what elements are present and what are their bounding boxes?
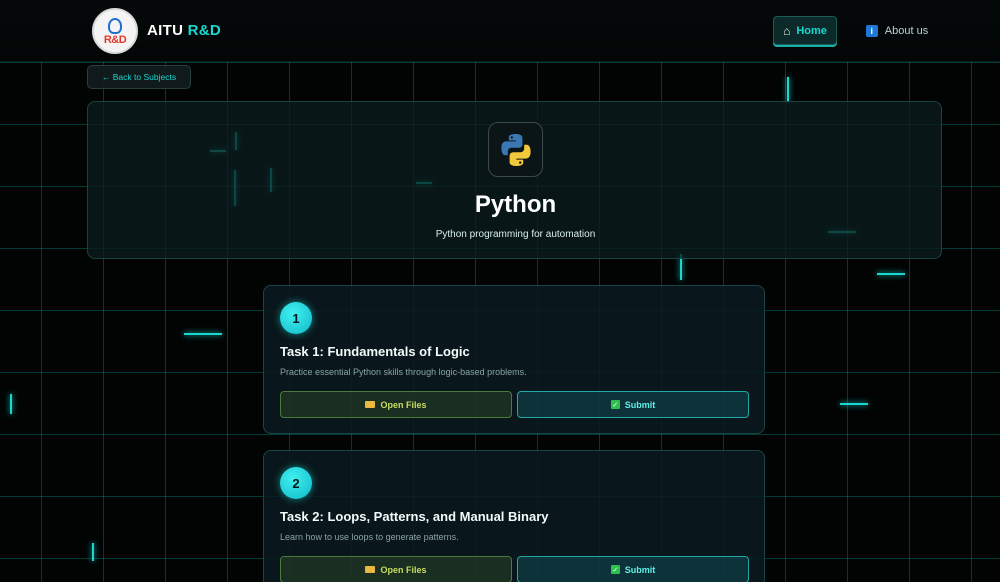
brand-name-main: AITU [147, 22, 184, 39]
brand-name[interactable]: AITU R&D [147, 22, 221, 39]
submit-label: Submit [624, 399, 656, 410]
task-title: Task 2: Loops, Patterns, and Manual Bina… [280, 509, 549, 524]
decorative-line [184, 333, 222, 335]
nav-about-label: About us [884, 24, 929, 37]
folder-icon [365, 566, 376, 573]
task-card: 1 Task 1: Fundamentals of Logic Practice… [263, 285, 765, 434]
submit-button[interactable]: ✓ Submit [517, 556, 749, 582]
check-icon: ✓ [610, 565, 620, 574]
decorative-line [787, 77, 789, 102]
task-title: Task 1: Fundamentals of Logic [280, 344, 470, 359]
folder-icon [365, 401, 376, 408]
brand-logo[interactable]: R&D [92, 8, 138, 54]
open-files-label: Open Files [380, 399, 427, 410]
lightbulb-icon [108, 17, 122, 34]
decorative-line [92, 543, 94, 561]
submit-label: Submit [624, 564, 656, 575]
task-number-badge: 1 [280, 302, 312, 334]
decorative-line [877, 273, 905, 275]
open-files-button[interactable]: Open Files [280, 556, 512, 582]
nav-about-link[interactable]: i About us [862, 16, 932, 45]
task-number-badge: 2 [280, 467, 312, 499]
task-description: Practice essential Python skills through… [280, 367, 527, 377]
logo-text: R&D [103, 33, 127, 46]
subject-subtitle: Python programming for automation [435, 229, 596, 240]
check-icon: ✓ [610, 400, 620, 409]
task-card: 2 Task 2: Loops, Patterns, and Manual Bi… [263, 450, 765, 582]
nav-home-button[interactable]: ⌂ Home [773, 16, 837, 45]
navbar: R&D AITU R&D ⌂ Home i About us [0, 0, 1000, 62]
python-icon [488, 122, 543, 177]
decorative-line [840, 403, 868, 405]
open-files-button[interactable]: Open Files [280, 391, 512, 418]
decorative-line [10, 394, 12, 414]
house-icon: ⌂ [783, 23, 791, 38]
subject-header: Python Python programming for automation [87, 101, 942, 259]
back-to-subjects-button[interactable]: ← Back to Subjects [87, 65, 191, 89]
subject-title: Python [474, 191, 557, 218]
python-logo-graphic [500, 133, 531, 166]
submit-button[interactable]: ✓ Submit [517, 391, 749, 418]
nav-home-label: Home [796, 24, 827, 37]
brand-name-accent: R&D [187, 22, 222, 39]
task-description: Learn how to use loops to generate patte… [280, 532, 459, 542]
info-icon: i [865, 24, 878, 37]
open-files-label: Open Files [380, 564, 427, 575]
